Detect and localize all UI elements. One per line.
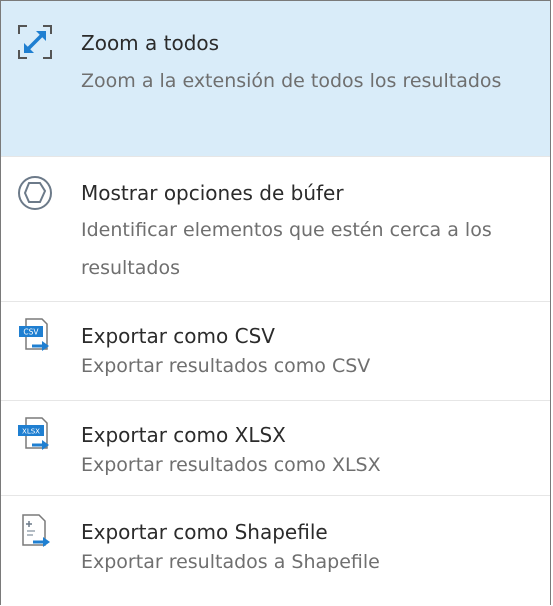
menu-item-title: Zoom a todos — [81, 31, 220, 55]
result-actions-menu: Zoom a todos Zoom a la extensión de todo… — [0, 0, 551, 605]
menu-item-zoom-all[interactable]: Zoom a todos Zoom a la extensión de todo… — [1, 1, 550, 157]
buffer-icon — [16, 174, 54, 212]
svg-text:CSV: CSV — [23, 328, 39, 337]
menu-item-description: Exportar resultados como CSV — [81, 355, 371, 377]
menu-item-title: Mostrar opciones de búfer — [81, 181, 344, 205]
menu-item-export-csv[interactable]: CSV Exportar como CSV Exportar resultado… — [1, 302, 550, 401]
svg-text:XLSX: XLSX — [22, 428, 40, 436]
export-xlsx-icon: XLSX — [16, 415, 54, 453]
menu-item-buffer-options[interactable]: Mostrar opciones de búfer Identificar el… — [1, 157, 550, 302]
menu-item-description: Zoom a la extensión de todos los resulta… — [81, 70, 502, 92]
menu-item-title: Exportar como XLSX — [81, 423, 286, 447]
menu-item-export-xlsx[interactable]: XLSX Exportar como XLSX Exportar resulta… — [1, 401, 550, 496]
zoom-extent-icon — [16, 23, 54, 61]
menu-item-description: Identificar elementos que estén cerca a … — [81, 219, 492, 279]
export-shapefile-icon — [16, 512, 54, 550]
menu-item-description: Exportar resultados a Shapefile — [81, 551, 380, 573]
menu-item-description: Exportar resultados como XLSX — [81, 454, 381, 476]
menu-item-export-shapefile[interactable]: Exportar como Shapefile Exportar resulta… — [1, 496, 550, 606]
menu-item-title: Exportar como Shapefile — [81, 520, 328, 544]
export-csv-icon: CSV — [16, 316, 54, 354]
menu-item-title: Exportar como CSV — [81, 324, 275, 348]
